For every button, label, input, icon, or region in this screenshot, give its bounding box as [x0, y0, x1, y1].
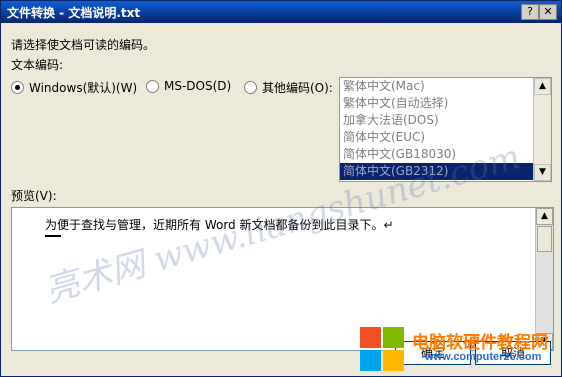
- scroll-thumb[interactable]: [537, 226, 552, 252]
- help-button[interactable]: ?: [521, 4, 539, 20]
- logo-green: [383, 327, 404, 348]
- radio-msdos-label: MS-DOS(D): [164, 79, 232, 93]
- encoding-item[interactable]: 简体中文(EUC): [340, 129, 551, 146]
- prompt-text: 请选择使文档可读的编码。: [11, 38, 156, 52]
- scroll-up-icon[interactable]: ▲: [536, 208, 553, 225]
- close-button[interactable]: ✕: [539, 4, 557, 20]
- radio-msdos[interactable]: MS-DOS(D): [146, 79, 231, 93]
- encoding-label: 文本编码:: [11, 58, 64, 72]
- scroll-down-icon[interactable]: ▼: [534, 164, 551, 181]
- radio-other-label: 其他编码(O):: [262, 81, 333, 95]
- scroll-up-icon[interactable]: ▲: [534, 78, 551, 95]
- encoding-item[interactable]: 繁体中文(Mac): [340, 78, 551, 95]
- radio-dot[interactable]: [244, 81, 257, 94]
- radio-dot[interactable]: [146, 79, 159, 93]
- watermark-url: www.computer26.com: [425, 351, 542, 363]
- logo-yellow: [383, 350, 404, 371]
- watermark-brand: 电脑软硬件教程网: [412, 333, 548, 352]
- title-bar: 文件转换 - 文档说明.txt ? ✕: [1, 1, 561, 23]
- logo-red: [360, 327, 381, 348]
- text-cursor: [45, 235, 61, 237]
- radio-windows[interactable]: Windows(默认)(W): [11, 79, 137, 96]
- radio-other[interactable]: 其他编码(O):: [244, 79, 333, 96]
- radio-dot[interactable]: [11, 81, 24, 94]
- file-convert-dialog: 文件转换 - 文档说明.txt ? ✕ 请选择使文档可读的编码。 文本编码: W…: [0, 0, 562, 377]
- window-title: 文件转换 - 文档说明.txt: [7, 6, 141, 20]
- encoding-item[interactable]: 繁体中文(自动选择): [340, 95, 551, 112]
- logo-blue: [360, 350, 381, 371]
- radio-windows-label: Windows(默认)(W): [29, 81, 138, 95]
- windows-logo-icon: [356, 323, 410, 377]
- encoding-item[interactable]: 加拿大法语(DOS): [340, 112, 551, 129]
- encoding-scrollbar[interactable]: ▲ ▼: [533, 78, 551, 181]
- preview-label: 预览(V):: [11, 189, 57, 203]
